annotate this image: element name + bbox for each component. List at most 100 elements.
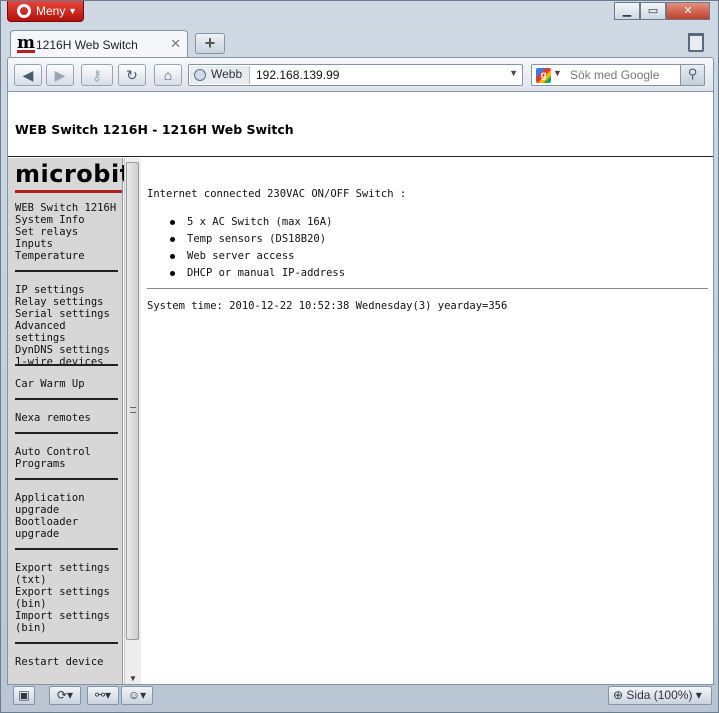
back-button[interactable]: ◀ (14, 64, 42, 86)
sidebar-item-serial-settings[interactable]: Serial settings (15, 308, 122, 320)
sidebar-item-application-upgrade[interactable]: Application (15, 492, 85, 504)
close-window-button[interactable]: ✕ (666, 2, 710, 20)
trash-icon[interactable] (688, 33, 704, 52)
sidebar-item-nexa-remotes[interactable]: Nexa remotes (15, 412, 91, 424)
nav-group-restart: Restart device (15, 656, 104, 668)
arrow-right-icon: ▶ (54, 67, 66, 83)
chevron-down-icon[interactable]: ▼ (509, 68, 518, 78)
sidebar-item-advanced-settings[interactable]: Advanced settings (15, 320, 122, 344)
divider (147, 288, 708, 289)
forward-button[interactable]: ▶ (46, 64, 74, 86)
list-item: 5 x AC Switch (max 16A) (167, 214, 345, 231)
zoom-label: Sida (100%) (626, 688, 693, 702)
sidebar-item-ip-settings[interactable]: IP settings (15, 284, 122, 296)
site-info-label: Webb (211, 67, 243, 81)
sidebar-item-set-relays[interactable]: Set relays (15, 226, 116, 238)
sidebar-divider (15, 642, 118, 644)
sidebar-item-export-bin-2[interactable]: (bin) (15, 598, 110, 610)
grip-icon (130, 407, 136, 413)
list-item: Web server access (167, 248, 345, 265)
url-text[interactable]: 192.168.139.99 (256, 68, 339, 82)
unite-button[interactable]: ⚯▾ (87, 686, 119, 705)
sidebar-item-system-info[interactable]: System Info (15, 214, 116, 226)
sidebar-item-relay-settings[interactable]: Relay settings (15, 296, 122, 308)
search-box[interactable]: g ▼ Sök med Google ⚲ (531, 64, 705, 86)
sidebar-item-car-warm-up[interactable]: Car Warm Up (15, 378, 85, 390)
nav-group-nexa: Nexa remotes (15, 412, 91, 424)
close-tab-icon[interactable]: ✕ (170, 36, 181, 52)
nav-group-settings: IP settings Relay settings Serial settin… (15, 284, 122, 368)
sidebar-item-auto-control[interactable]: Auto Control (15, 446, 91, 458)
navigation-bar: ◀ ▶ ⚷ ↻ ⌂ Webb 192.168.139.99 ▼ g ▼ Sök … (7, 57, 714, 91)
intro-text: Internet connected 230VAC ON/OFF Switch … (147, 188, 407, 200)
sidebar-item-inputs[interactable]: Inputs (15, 238, 116, 250)
microbit-logo: microbit (15, 160, 132, 193)
sync-icon: ⟳▾ (56, 688, 74, 702)
page-title: WEB Switch 1216H - 1216H Web Switch (15, 122, 294, 137)
scroll-down-icon[interactable]: ▼ (129, 674, 137, 683)
feature-list: 5 x AC Switch (max 16A) Temp sensors (DS… (167, 214, 345, 282)
arrow-left-icon: ◀ (22, 67, 34, 83)
widget-icon: ☺▾ (127, 688, 147, 702)
address-bar[interactable]: Webb 192.168.139.99 ▼ (188, 64, 523, 86)
tab-1216h-web-switch[interactable]: m 1216H Web Switch ✕ (10, 30, 188, 57)
nav-group-car: Car Warm Up (15, 378, 85, 390)
zoom-icon: ⊕ (613, 688, 624, 702)
sidebar-divider (15, 432, 118, 434)
sidebar-item-bootloader-upgrade[interactable]: Bootloader (15, 516, 85, 528)
opera-logo-icon (17, 4, 31, 18)
sidebar-scrollbar[interactable]: ▼ (124, 158, 141, 684)
sidebar-divider (15, 398, 118, 400)
scrollbar-thumb[interactable] (126, 162, 139, 640)
sidebar-item-bootloader-upgrade-2[interactable]: upgrade (15, 528, 85, 540)
sidebar-item-web-switch[interactable]: WEB Switch 1216H (15, 202, 116, 214)
panel-toggle-button[interactable]: ▣ (13, 686, 35, 705)
opera-menu-button[interactable]: Meny ▼ (7, 1, 84, 22)
sidebar-item-import-bin[interactable]: Import settings (15, 610, 110, 622)
sidebar-divider (15, 478, 118, 480)
tab-title: 1216H Web Switch (36, 38, 138, 52)
search-button[interactable]: ⚲ (680, 65, 704, 85)
sidebar: microbit WEB Switch 1216H System Info Se… (8, 158, 131, 684)
key-button[interactable]: ⚷ (81, 64, 113, 86)
sidebar-item-dyndns-settings[interactable]: DynDNS settings (15, 344, 122, 356)
home-icon: ⌂ (163, 67, 173, 83)
key-icon: ⚷ (91, 67, 103, 83)
window-controls: ▁ ▭ ✕ (614, 2, 710, 20)
turbo-button[interactable]: ⟳▾ (49, 686, 81, 705)
maximize-button[interactable]: ▭ (640, 2, 666, 20)
sidebar-item-restart-device[interactable]: Restart device (15, 656, 104, 668)
sidebar-divider (15, 548, 118, 550)
system-time: System time: 2010-12-22 10:52:38 Wednesd… (147, 300, 508, 312)
sidebar-item-import-bin-2[interactable]: (bin) (15, 622, 110, 634)
sidebar-divider (15, 270, 118, 272)
search-input[interactable]: Sök med Google (570, 68, 659, 82)
zoom-button[interactable]: ⊕ Sida (100%) ▾ (608, 686, 712, 705)
chevron-down-icon: ▼ (68, 6, 77, 16)
status-bar: ▣ ⟳▾ ⚯▾ ☺▾ ⊕ Sida (100%) ▾ (7, 685, 714, 707)
google-icon[interactable]: g (536, 68, 551, 83)
sidebar-item-1-wire-devices[interactable]: 1-wire devices (15, 356, 122, 368)
page-viewport: WEB Switch 1216H - 1216H Web Switch micr… (7, 91, 714, 685)
share-icon: ⚯▾ (94, 688, 112, 702)
new-tab-button[interactable]: + (195, 33, 225, 54)
sidebar-item-export-txt[interactable]: Export settings (15, 562, 110, 574)
sidebar-item-temperature[interactable]: Temperature (15, 250, 116, 262)
tab-bar: m 1216H Web Switch ✕ + (1, 27, 718, 57)
main-content: Internet connected 230VAC ON/OFF Switch … (142, 158, 713, 684)
sidebar-item-programs[interactable]: Programs (15, 458, 91, 470)
list-item: DHCP or manual IP-address (167, 265, 345, 282)
home-button[interactable]: ⌂ (154, 64, 182, 86)
nav-group-auto: Auto Control Programs (15, 446, 91, 470)
search-icon: ⚲ (687, 66, 698, 81)
reload-button[interactable]: ↻ (118, 64, 146, 86)
sidebar-item-export-bin[interactable]: Export settings (15, 586, 110, 598)
microbit-favicon-icon: m (17, 33, 35, 53)
widgets-button[interactable]: ☺▾ (121, 686, 153, 705)
minimize-button[interactable]: ▁ (614, 2, 640, 20)
chevron-down-icon[interactable]: ▼ (553, 68, 562, 78)
sidebar-item-application-upgrade-2[interactable]: upgrade (15, 504, 85, 516)
nav-group-main: WEB Switch 1216H System Info Set relays … (15, 202, 116, 262)
sidebar-item-export-txt-2[interactable]: (txt) (15, 574, 110, 586)
reload-icon: ↻ (126, 67, 138, 83)
